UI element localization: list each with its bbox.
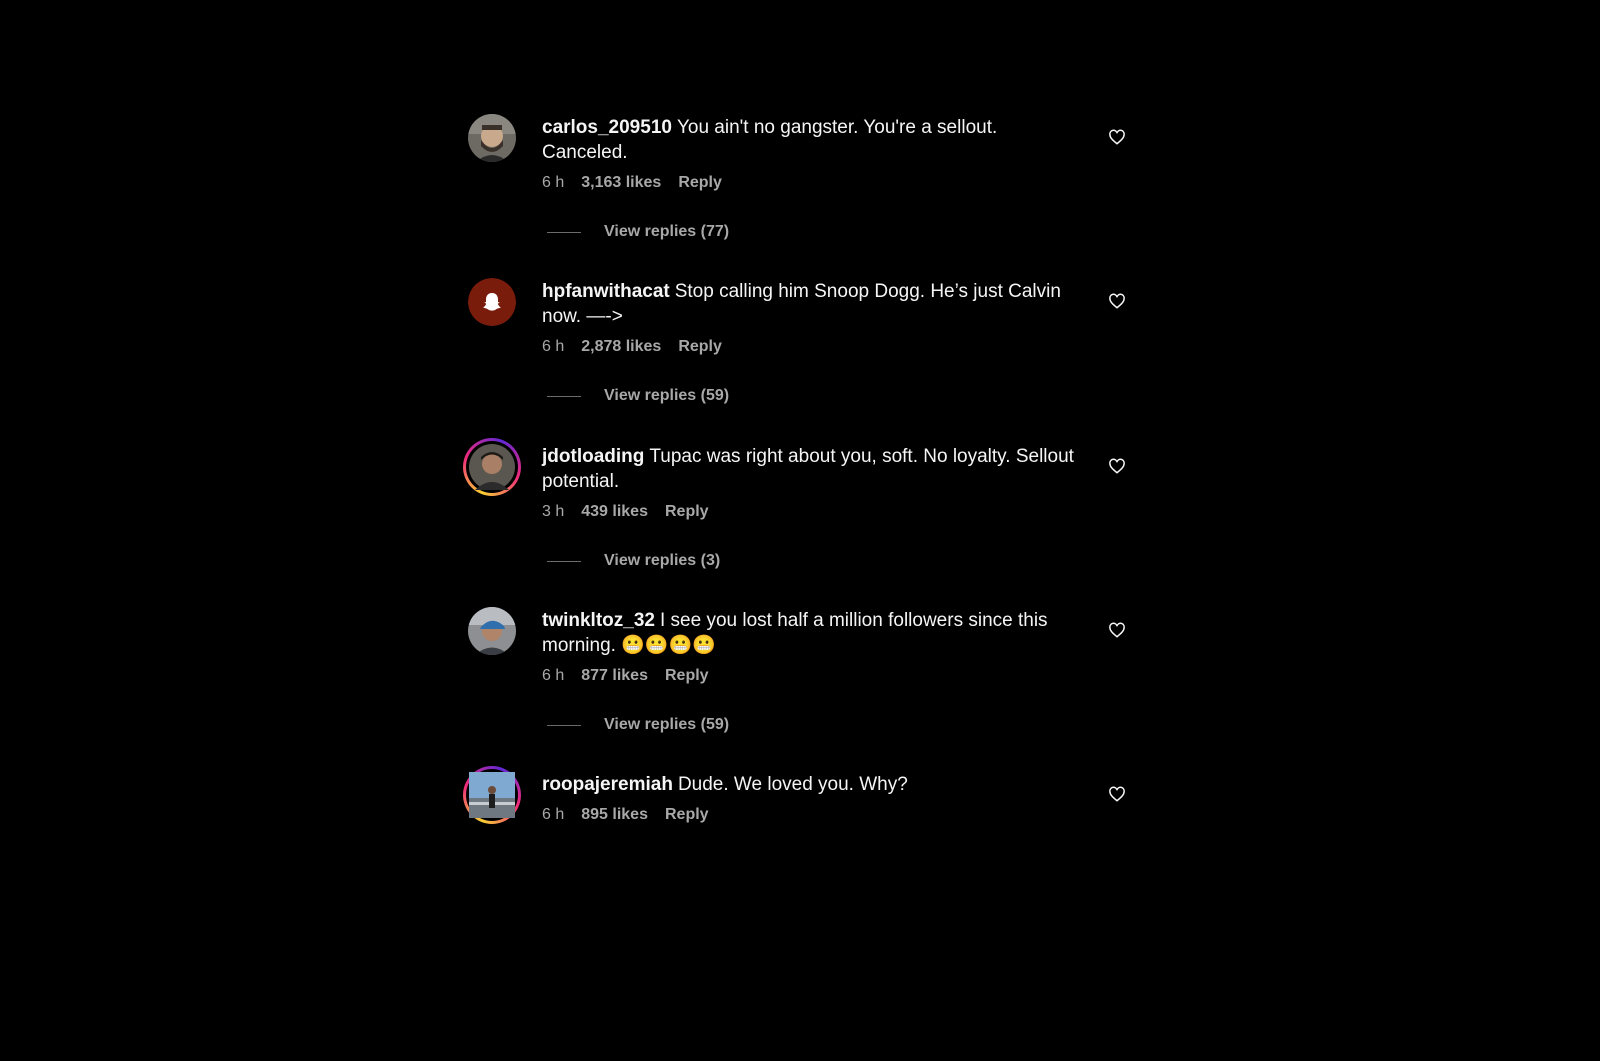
- comment-likes[interactable]: 2,878 likes: [581, 337, 661, 357]
- heart-outline-icon[interactable]: [1108, 292, 1126, 310]
- comment-time: 6 h: [542, 667, 565, 684]
- avatar[interactable]: [468, 114, 516, 162]
- comment-meta: 6 h 2,878 likes Reply: [542, 337, 1082, 357]
- comment-body: carlos_209510 You ain't no gangster. You'…: [542, 115, 1082, 193]
- replies-divider: [547, 395, 581, 397]
- comment-body: roopajeremiah Dude. We loved you. Why? 6 …: [542, 772, 1082, 825]
- person-outdoors-avatar-image: [469, 772, 515, 818]
- comment-item: hpfanwithacat Stop calling him Snoop Dogg…: [468, 278, 1136, 438]
- heart-outline-icon[interactable]: [1108, 785, 1126, 803]
- replies-divider: [547, 231, 581, 233]
- reply-button[interactable]: Reply: [665, 805, 709, 825]
- comment-item: twinkltoz_32 I see you lost half a millio…: [468, 607, 1136, 767]
- comment-item: carlos_209510 You ain't no gangster. You'…: [468, 114, 1136, 274]
- view-replies-label: View replies (3): [604, 552, 721, 569]
- comments-list: carlos_209510 You ain't no gangster. You'…: [0, 0, 1600, 1061]
- comment-username[interactable]: carlos_209510: [542, 117, 672, 138]
- comment-username[interactable]: hpfanwithacat: [542, 281, 670, 302]
- comment-item: roopajeremiah Dude. We loved you. Why? 6 …: [463, 766, 1136, 931]
- replies-divider: [547, 724, 581, 726]
- comment-username[interactable]: twinkltoz_32: [542, 610, 655, 631]
- young-man-avatar-image: [469, 444, 515, 490]
- comment-meta: 6 h 877 likes Reply: [542, 666, 1082, 686]
- comment-time: 6 h: [542, 174, 565, 191]
- comment-likes[interactable]: 3,163 likes: [581, 173, 661, 193]
- comment-text: carlos_209510 You ain't no gangster. You'…: [542, 115, 1082, 165]
- comment-text: twinkltoz_32 I see you lost half a millio…: [542, 608, 1082, 658]
- avatar[interactable]: [463, 438, 521, 496]
- comment-time: 3 h: [542, 503, 565, 520]
- comment-time: 6 h: [542, 806, 565, 823]
- comment-text: jdotloading Tupac was right about you, so…: [542, 444, 1082, 494]
- man-with-cap-avatar-image: [468, 607, 516, 655]
- view-replies-button[interactable]: View replies (3): [547, 552, 847, 570]
- avatar[interactable]: [463, 766, 521, 824]
- comment-body: hpfanwithacat Stop calling him Snoop Dogg…: [542, 279, 1082, 357]
- comment-likes[interactable]: 877 likes: [581, 666, 648, 686]
- avatar[interactable]: [468, 278, 516, 326]
- avatar[interactable]: [468, 607, 516, 655]
- heart-outline-icon[interactable]: [1108, 621, 1126, 639]
- reply-button[interactable]: Reply: [678, 173, 722, 193]
- view-replies-button[interactable]: View replies (77): [547, 223, 847, 241]
- comment-meta: 6 h 895 likes Reply: [542, 805, 1082, 825]
- reply-button[interactable]: Reply: [678, 337, 722, 357]
- view-replies-label: View replies (59): [604, 387, 730, 404]
- view-replies-button[interactable]: View replies (59): [547, 387, 847, 405]
- comment-item: jdotloading Tupac was right about you, so…: [463, 438, 1136, 603]
- comment-text: roopajeremiah Dude. We loved you. Why?: [542, 772, 1082, 797]
- reply-button[interactable]: Reply: [665, 502, 709, 522]
- view-replies-label: View replies (59): [604, 716, 730, 733]
- heart-outline-icon[interactable]: [1108, 457, 1126, 475]
- replies-divider: [547, 560, 581, 562]
- comment-body: jdotloading Tupac was right about you, so…: [542, 444, 1082, 522]
- view-replies-button[interactable]: View replies (59): [547, 716, 847, 734]
- comment-message: Dude. We loved you. Why?: [677, 774, 908, 795]
- comment-time: 6 h: [542, 338, 565, 355]
- reply-button[interactable]: Reply: [665, 666, 709, 686]
- view-replies-label: View replies (77): [604, 223, 730, 240]
- comment-text: hpfanwithacat Stop calling him Snoop Dogg…: [542, 279, 1082, 329]
- comment-likes[interactable]: 895 likes: [581, 805, 648, 825]
- comment-likes[interactable]: 439 likes: [581, 502, 648, 522]
- comment-body: twinkltoz_32 I see you lost half a millio…: [542, 608, 1082, 686]
- comment-username[interactable]: jdotloading: [542, 446, 644, 467]
- comment-username[interactable]: roopajeremiah: [542, 774, 673, 795]
- comment-meta: 3 h 439 likes Reply: [542, 502, 1082, 522]
- snapchat-ghost-icon: [468, 278, 516, 326]
- bearded-man-avatar-image: [468, 114, 516, 162]
- comment-meta: 6 h 3,163 likes Reply: [542, 173, 1082, 193]
- heart-outline-icon[interactable]: [1108, 128, 1126, 146]
